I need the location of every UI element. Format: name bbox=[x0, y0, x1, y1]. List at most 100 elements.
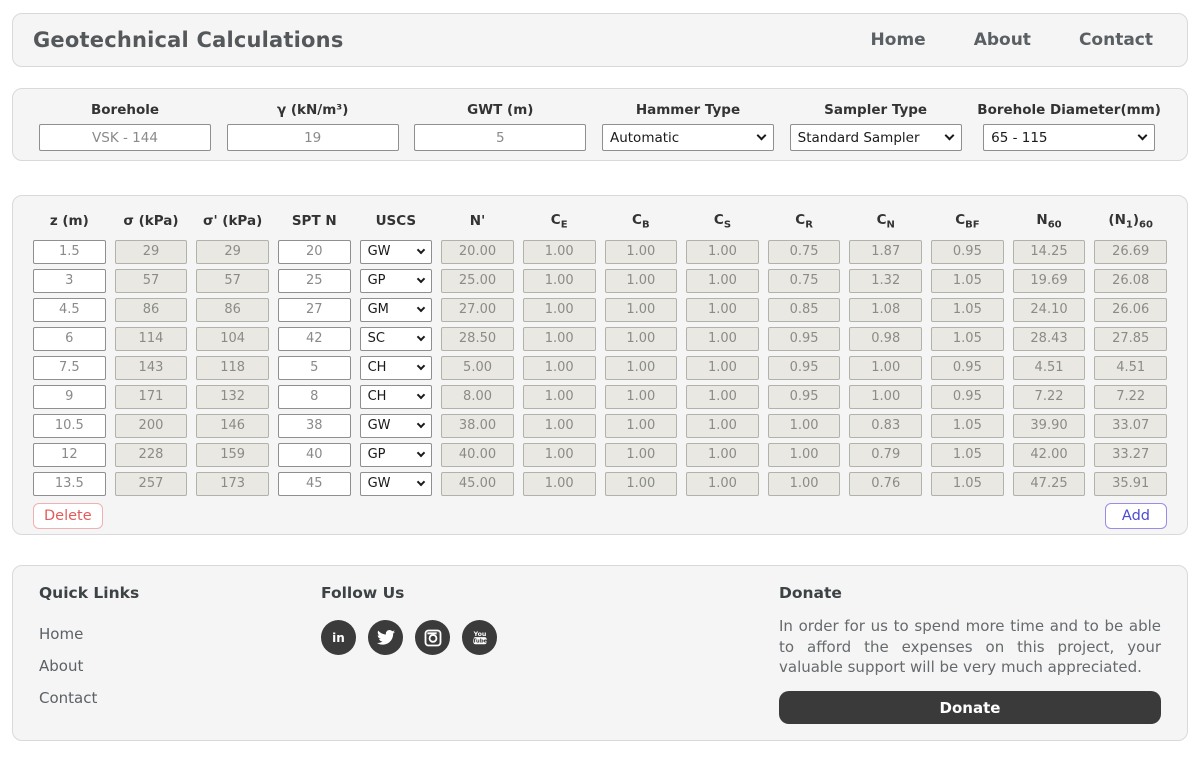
column-header-n1-60: (N1)60 bbox=[1094, 206, 1167, 235]
z-cell[interactable] bbox=[33, 240, 106, 264]
gwt-input[interactable] bbox=[414, 124, 586, 151]
column-header-cs: CS bbox=[686, 206, 759, 235]
cb-cell bbox=[605, 269, 678, 293]
borehole-field-group: Borehole bbox=[39, 102, 211, 160]
borehole-input[interactable] bbox=[39, 124, 211, 151]
cn-cell bbox=[849, 298, 922, 322]
donate-button[interactable]: Donate bbox=[779, 691, 1161, 724]
donate-text: In order for us to spend more time and t… bbox=[779, 616, 1161, 678]
uscs-select[interactable]: GW bbox=[360, 240, 433, 264]
cr-cell bbox=[768, 298, 841, 322]
uscs-select[interactable]: GW bbox=[360, 414, 433, 438]
hammer-type-select[interactable]: Automatic bbox=[602, 124, 774, 151]
sigma-cell bbox=[115, 385, 188, 409]
cb-cell bbox=[605, 356, 678, 380]
cn-cell bbox=[849, 385, 922, 409]
z-cell[interactable] bbox=[33, 472, 106, 496]
ce-cell bbox=[523, 356, 596, 380]
spt-n-cell[interactable] bbox=[278, 414, 351, 438]
gwt-label: GWT (m) bbox=[467, 102, 533, 118]
n1-60-cell bbox=[1094, 356, 1167, 380]
n1-60-cell bbox=[1094, 472, 1167, 496]
cbf-cell bbox=[931, 414, 1004, 438]
uscs-select[interactable]: GM bbox=[360, 298, 433, 322]
gwt-field-group: GWT (m) bbox=[414, 102, 586, 160]
linkedin-icon[interactable]: in bbox=[321, 620, 356, 655]
spt-table-panel: z (m)σ (kPa)σ' (kPa)SPT NUSCSN'CECBCSCRC… bbox=[12, 195, 1188, 535]
uscs-cell: GW bbox=[360, 240, 433, 264]
uscs-select[interactable]: GP bbox=[360, 269, 433, 293]
n-prime-cell bbox=[441, 356, 514, 380]
uscs-select[interactable]: CH bbox=[360, 385, 433, 409]
n1-60-cell bbox=[1094, 240, 1167, 264]
instagram-icon[interactable] bbox=[415, 620, 450, 655]
column-header-z: z (m) bbox=[33, 207, 106, 233]
sampler-type-select[interactable]: Standard Sampler bbox=[790, 124, 962, 151]
twitter-icon[interactable] bbox=[368, 620, 403, 655]
spt-n-cell[interactable] bbox=[278, 385, 351, 409]
spt-n-cell[interactable] bbox=[278, 443, 351, 467]
cbf-cell bbox=[931, 472, 1004, 496]
uscs-cell: SC bbox=[360, 327, 433, 351]
n-prime-cell bbox=[441, 414, 514, 438]
nav-home[interactable]: Home bbox=[871, 30, 926, 50]
spt-table: z (m)σ (kPa)σ' (kPa)SPT NUSCSN'CECBCSCRC… bbox=[33, 206, 1167, 496]
cr-cell bbox=[768, 356, 841, 380]
cn-cell bbox=[849, 240, 922, 264]
footer-link-contact[interactable]: Contact bbox=[39, 689, 97, 707]
uscs-cell: CH bbox=[360, 356, 433, 380]
uscs-select[interactable]: SC bbox=[360, 327, 433, 351]
nav-about[interactable]: About bbox=[974, 30, 1031, 50]
sigma-cell bbox=[115, 414, 188, 438]
sigma-eff-cell bbox=[196, 240, 269, 264]
z-cell[interactable] bbox=[33, 385, 106, 409]
z-cell[interactable] bbox=[33, 298, 106, 322]
n-prime-cell bbox=[441, 385, 514, 409]
sigma-eff-cell bbox=[196, 269, 269, 293]
z-cell[interactable] bbox=[33, 356, 106, 380]
sigma-eff-cell bbox=[196, 414, 269, 438]
cb-cell bbox=[605, 472, 678, 496]
youtube-icon[interactable]: You Tube bbox=[462, 620, 497, 655]
footer-link-home[interactable]: Home bbox=[39, 625, 83, 643]
uscs-select[interactable]: GP bbox=[360, 443, 433, 467]
social-icons-row: in You Tube bbox=[321, 620, 779, 655]
spt-n-cell[interactable] bbox=[278, 269, 351, 293]
spt-n-cell[interactable] bbox=[278, 472, 351, 496]
parameters-panel: Borehole γ (kN/m³) GWT (m) Hammer Type A… bbox=[12, 88, 1188, 161]
z-cell[interactable] bbox=[33, 269, 106, 293]
z-cell[interactable] bbox=[33, 327, 106, 351]
spt-n-cell[interactable] bbox=[278, 327, 351, 351]
n-prime-cell bbox=[441, 443, 514, 467]
cr-cell bbox=[768, 472, 841, 496]
ce-cell bbox=[523, 385, 596, 409]
cbf-cell bbox=[931, 298, 1004, 322]
spt-n-cell[interactable] bbox=[278, 356, 351, 380]
quick-links-section: Quick Links Home About Contact bbox=[39, 584, 321, 740]
uscs-select[interactable]: GW bbox=[360, 472, 433, 496]
uscs-cell: GP bbox=[360, 443, 433, 467]
delete-row-button[interactable]: Delete bbox=[33, 503, 103, 529]
spt-n-cell[interactable] bbox=[278, 298, 351, 322]
z-cell[interactable] bbox=[33, 414, 106, 438]
uscs-select[interactable]: CH bbox=[360, 356, 433, 380]
cs-cell bbox=[686, 240, 759, 264]
gamma-input[interactable] bbox=[227, 124, 399, 151]
sigma-eff-cell bbox=[196, 385, 269, 409]
spt-n-cell[interactable] bbox=[278, 240, 351, 264]
cb-cell bbox=[605, 414, 678, 438]
cbf-cell bbox=[931, 327, 1004, 351]
ce-cell bbox=[523, 298, 596, 322]
n60-cell bbox=[1013, 327, 1086, 351]
gamma-label: γ (kN/m³) bbox=[277, 102, 348, 118]
uscs-cell: GW bbox=[360, 414, 433, 438]
footer-link-about[interactable]: About bbox=[39, 657, 83, 675]
quick-links-title: Quick Links bbox=[39, 584, 321, 602]
nav-contact[interactable]: Contact bbox=[1079, 30, 1153, 50]
sigma-cell bbox=[115, 472, 188, 496]
table-buttons-row: Delete Add bbox=[33, 503, 1167, 529]
n1-60-cell bbox=[1094, 298, 1167, 322]
borehole-diameter-select[interactable]: 65 - 115 bbox=[983, 124, 1155, 151]
z-cell[interactable] bbox=[33, 443, 106, 467]
add-row-button[interactable]: Add bbox=[1105, 503, 1167, 529]
